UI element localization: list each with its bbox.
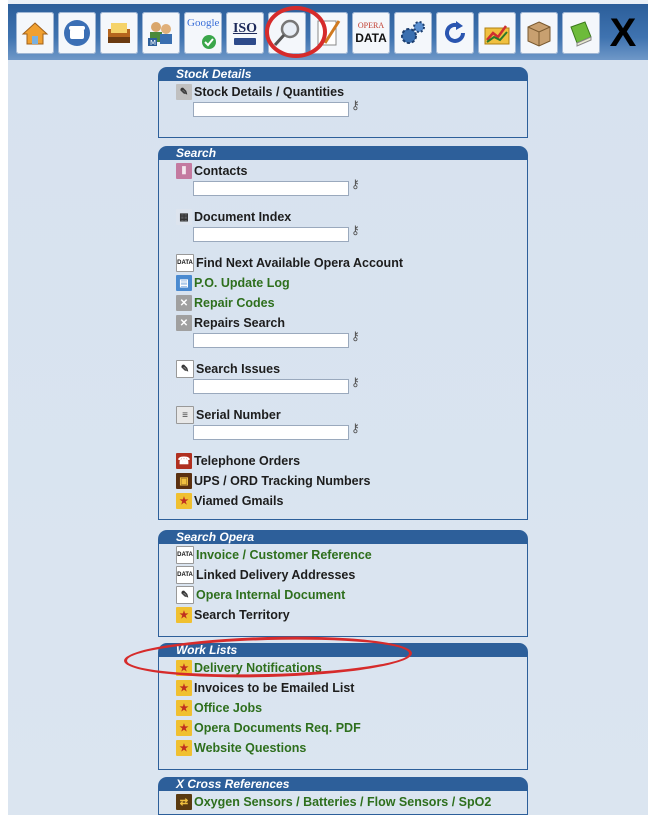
panel-title: X Cross References bbox=[158, 777, 528, 791]
opera-documents-req-pdf-link[interactable]: ★ Opera Documents Req. PDF bbox=[176, 718, 527, 738]
panel-title: Search bbox=[158, 146, 528, 160]
page: M Google ISO OPERA DATA X Stock Details … bbox=[8, 0, 648, 815]
office-jobs-link[interactable]: ★ Office Jobs bbox=[176, 698, 527, 718]
close-label: X bbox=[609, 11, 637, 55]
star-icon: ★ bbox=[176, 720, 192, 736]
search-opera-panel: Search Opera DATA Invoice / Customer Ref… bbox=[158, 530, 528, 637]
contacts-icon: ⫴ bbox=[176, 163, 192, 179]
data-label: DATA bbox=[355, 31, 387, 45]
key-icon[interactable]: ⚷ bbox=[351, 98, 360, 112]
invoices-to-be-emailed-link[interactable]: ★ Invoices to be Emailed List bbox=[176, 678, 527, 698]
key-icon[interactable]: ⚷ bbox=[351, 177, 360, 191]
stock-details-panel: Stock Details ✎ Stock Details / Quantiti… bbox=[158, 67, 528, 138]
search-issues-input[interactable] bbox=[193, 379, 349, 394]
phone-icon[interactable] bbox=[58, 12, 96, 54]
linked-delivery-addresses-link[interactable]: DATA Linked Delivery Addresses bbox=[176, 565, 527, 585]
document-index-icon: ▦ bbox=[176, 209, 192, 225]
close-icon[interactable]: X bbox=[604, 12, 642, 54]
top-toolbar: M Google ISO OPERA DATA X bbox=[8, 4, 648, 60]
star-icon: ★ bbox=[176, 607, 192, 623]
oxygen-sensors-link[interactable]: ⇄ Oxygen Sensors / Batteries / Flow Sens… bbox=[176, 792, 527, 812]
pencil-icon: ✎ bbox=[176, 586, 194, 604]
find-next-opera-account-link[interactable]: DATA Find Next Available Opera Account bbox=[176, 253, 527, 273]
refresh-icon[interactable] bbox=[436, 12, 474, 54]
star-icon: ★ bbox=[176, 493, 192, 509]
google-icon[interactable]: Google bbox=[184, 12, 222, 54]
po-update-log-link[interactable]: ▤ P.O. Update Log bbox=[176, 273, 527, 293]
search-panel: Search ⫴ Contacts ⚷ ▦ Document Index ⚷ D… bbox=[158, 146, 528, 520]
repairs-search-input[interactable] bbox=[193, 333, 349, 348]
telephone-icon: ☎ bbox=[176, 453, 192, 469]
serial-number-input[interactable] bbox=[193, 425, 349, 440]
serial-icon: ≡ bbox=[176, 406, 194, 424]
star-icon: ★ bbox=[176, 680, 192, 696]
opera-internal-document-link[interactable]: ✎ Opera Internal Document bbox=[176, 585, 527, 605]
key-icon[interactable]: ⚷ bbox=[351, 223, 360, 237]
iso-icon[interactable]: ISO bbox=[226, 12, 264, 54]
tools-icon: ✕ bbox=[176, 295, 192, 311]
cross-ref-icon: ⇄ bbox=[176, 794, 192, 810]
users-icon[interactable]: M bbox=[142, 12, 180, 54]
telephone-orders-link[interactable]: ☎ Telephone Orders bbox=[176, 451, 527, 471]
opera-small-label: OPERA bbox=[357, 21, 385, 30]
gears-icon[interactable] bbox=[394, 12, 432, 54]
key-icon[interactable]: ⚷ bbox=[351, 375, 360, 389]
x-cross-references-panel: X Cross References ⇄ Oxygen Sensors / Ba… bbox=[158, 777, 528, 815]
contacts-search-input[interactable] bbox=[193, 181, 349, 196]
stock-search-input[interactable] bbox=[193, 102, 349, 117]
stock-icon: ✎ bbox=[176, 84, 192, 100]
key-icon[interactable]: ⚷ bbox=[351, 421, 360, 435]
opera-data-icon: DATA bbox=[176, 546, 194, 564]
opera-data-icon: DATA bbox=[176, 566, 194, 584]
box-icon[interactable] bbox=[520, 12, 558, 54]
panel-title: Stock Details bbox=[158, 67, 528, 81]
website-questions-link[interactable]: ★ Website Questions bbox=[176, 738, 527, 758]
magnifier-highlight-annotation bbox=[265, 6, 327, 58]
tools-icon: ✕ bbox=[176, 315, 192, 331]
chart-folder-icon[interactable] bbox=[478, 12, 516, 54]
star-icon: ★ bbox=[176, 700, 192, 716]
viamed-gmails-link[interactable]: ★ Viamed Gmails bbox=[176, 491, 527, 511]
book-icon[interactable] bbox=[562, 12, 600, 54]
star-icon: ★ bbox=[176, 740, 192, 756]
pencil-icon: ✎ bbox=[176, 360, 194, 378]
search-territory-link[interactable]: ★ Search Territory bbox=[176, 605, 527, 625]
iso-label: ISO bbox=[232, 20, 258, 36]
ups-ord-tracking-link[interactable]: ▣ UPS / ORD Tracking Numbers bbox=[176, 471, 527, 491]
repair-codes-link[interactable]: ✕ Repair Codes bbox=[176, 293, 527, 313]
key-icon[interactable]: ⚷ bbox=[351, 329, 360, 343]
opera-data-icon: DATA bbox=[176, 254, 194, 272]
svg-text:M: M bbox=[150, 39, 156, 47]
folder-tray-icon[interactable] bbox=[100, 12, 138, 54]
invoice-customer-reference-link[interactable]: DATA Invoice / Customer Reference bbox=[176, 545, 527, 565]
ups-icon: ▣ bbox=[176, 473, 192, 489]
google-label: Google bbox=[187, 17, 220, 29]
log-icon: ▤ bbox=[176, 275, 192, 291]
panel-title: Search Opera bbox=[158, 530, 528, 544]
document-index-search-input[interactable] bbox=[193, 227, 349, 242]
opera-data-icon[interactable]: OPERA DATA bbox=[352, 12, 390, 54]
home-icon[interactable] bbox=[16, 12, 54, 54]
